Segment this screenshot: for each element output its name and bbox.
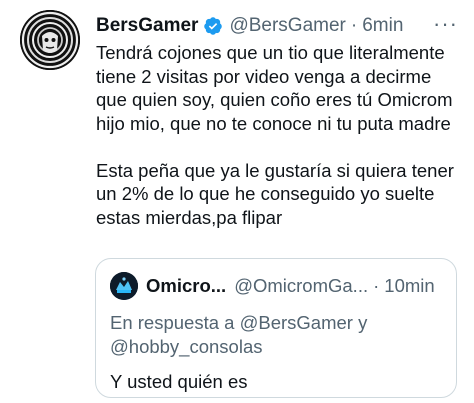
reply-prefix: En respuesta a <box>110 312 235 333</box>
quoted-tweet-text: Y usted quién es <box>110 371 248 392</box>
tweet-header: BersGamer @BersGamer · 6min ··· <box>96 12 466 40</box>
header-separator: · <box>350 15 358 36</box>
author-handle[interactable]: @BersGamer <box>229 15 345 37</box>
quoted-author-handle[interactable]: @OmicromGa... <box>234 275 368 297</box>
quoted-tweet-header: Omicro... @OmicromGa... · 10min <box>110 272 446 300</box>
quoted-author-avatar[interactable] <box>110 272 138 300</box>
tweet-timestamp[interactable]: 6min <box>362 15 403 37</box>
quoted-author-name[interactable]: Omicro... <box>146 275 226 297</box>
more-options-icon[interactable]: ··· <box>433 12 458 36</box>
verified-badge-icon <box>203 16 223 36</box>
reply-mention-bersgamer[interactable]: @BersGamer <box>240 312 353 333</box>
author-avatar[interactable] <box>20 10 80 70</box>
reply-context: En respuesta a @BersGamer y @hobby_conso… <box>110 311 440 359</box>
author-name[interactable]: BersGamer <box>96 15 198 37</box>
reply-mention-hobby-consolas[interactable]: @hobby_consolas <box>110 336 263 357</box>
tweet-text: Tendrá cojones que un tio que literalmen… <box>96 42 454 228</box>
quoted-header-separator: · <box>373 275 380 296</box>
reply-and: y <box>358 312 368 333</box>
quoted-tweet-timestamp[interactable]: 10min <box>384 275 434 297</box>
quoted-tweet[interactable]: Omicro... @OmicromGa... · 10min En respu… <box>95 258 457 398</box>
